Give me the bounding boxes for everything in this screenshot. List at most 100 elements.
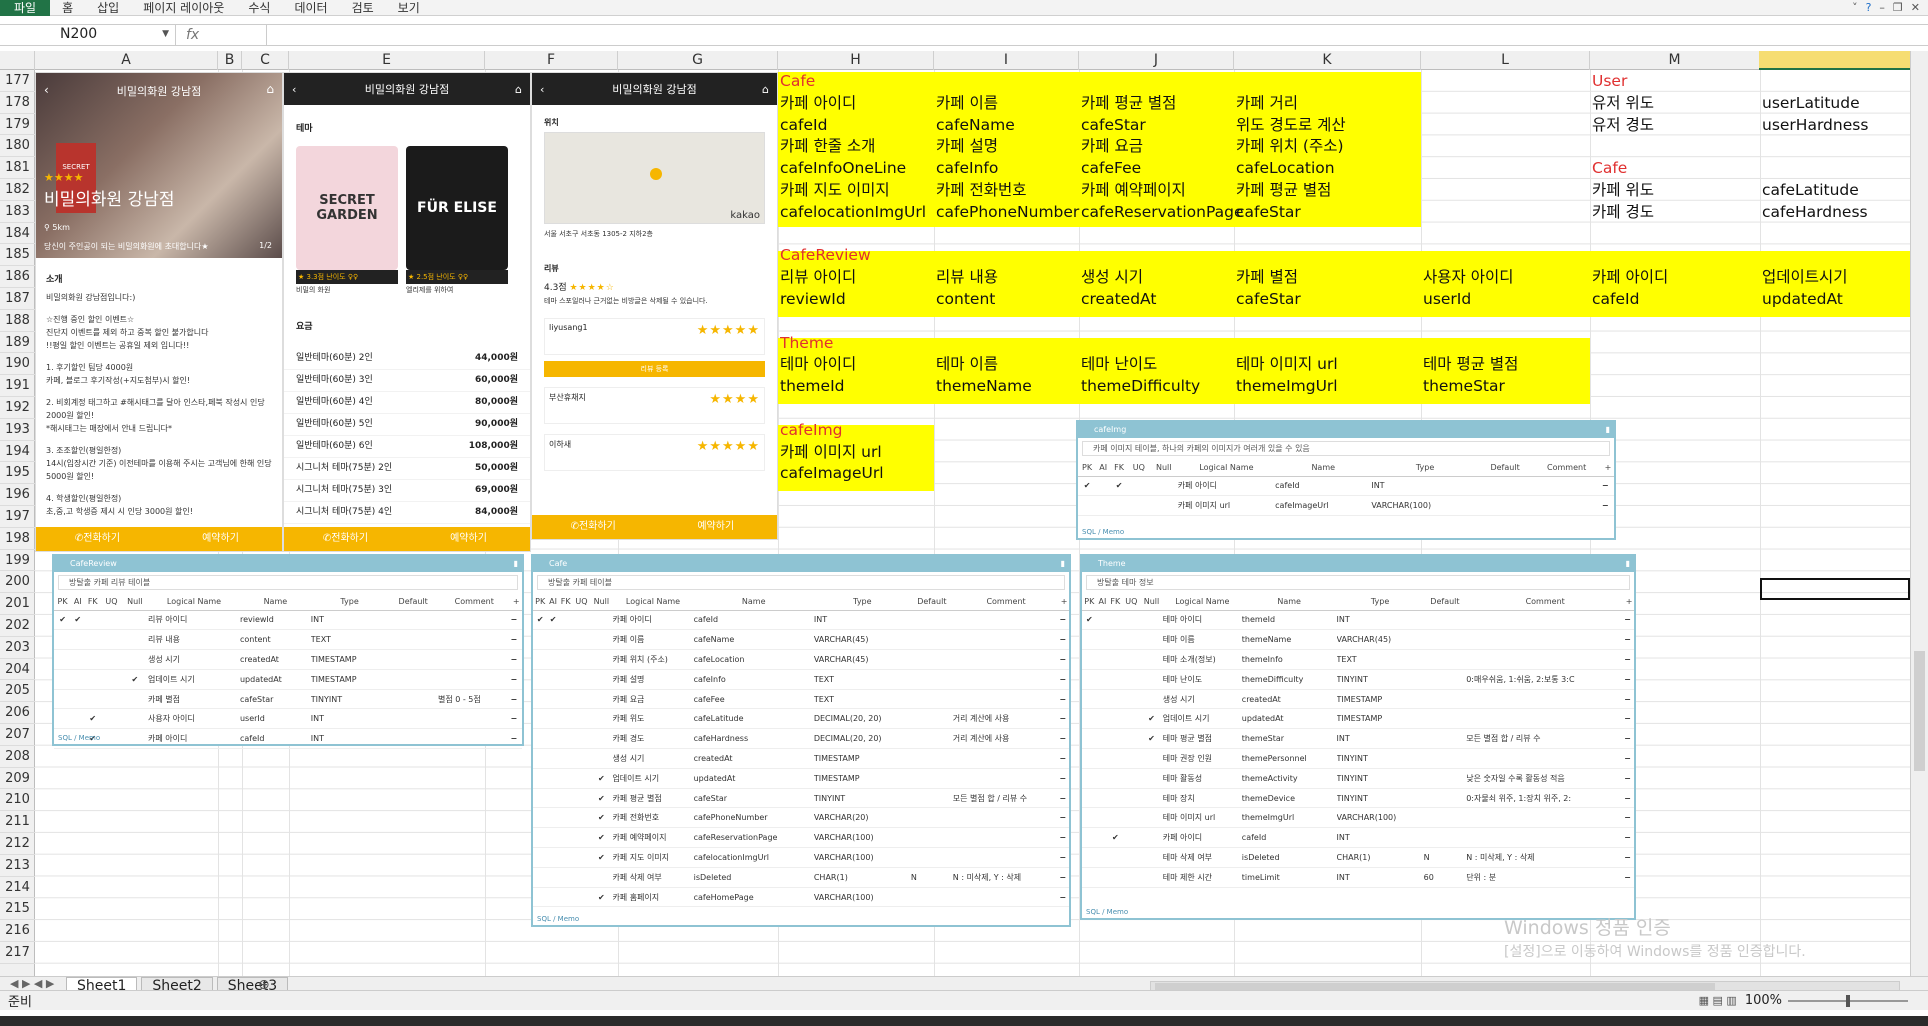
- erd-cell[interactable]: [1122, 748, 1141, 769]
- add-row-icon[interactable]: +: [1059, 593, 1069, 611]
- erd-cell[interactable]: [1423, 788, 1467, 809]
- erd-cell[interactable]: 카페 이름: [612, 629, 694, 651]
- erd-cell[interactable]: 리뷰 내용: [148, 629, 240, 651]
- erd-cell[interactable]: [1140, 669, 1163, 690]
- erd-cell[interactable]: TINYINT: [813, 788, 911, 809]
- erd-description[interactable]: 방탈출 카페 테이블: [537, 575, 1065, 590]
- erd-cell[interactable]: [572, 768, 591, 789]
- map-image[interactable]: kakao: [544, 132, 765, 224]
- erd-cell[interactable]: VARCHAR(45): [813, 629, 911, 651]
- erd-cell[interactable]: 생성 시기: [148, 649, 240, 670]
- cell-text[interactable]: 테마 난이도: [1081, 354, 1157, 375]
- erd-cell[interactable]: [952, 669, 1060, 690]
- row-header[interactable]: 209: [0, 768, 35, 790]
- erd-cell[interactable]: ✔: [1140, 708, 1163, 730]
- erd-cell[interactable]: [84, 629, 102, 651]
- cell-text[interactable]: userHardness: [1762, 115, 1868, 136]
- erd-cell[interactable]: [572, 887, 591, 908]
- ribbon-tab[interactable]: 수식: [236, 0, 282, 16]
- erd-cell[interactable]: [1082, 629, 1097, 651]
- row-header[interactable]: 205: [0, 680, 35, 703]
- erd-cell[interactable]: [54, 629, 72, 651]
- view-mode-icons[interactable]: ▦ ▤ ▥: [1699, 994, 1737, 1007]
- ribbon-tab[interactable]: 보기: [386, 0, 432, 16]
- row-header[interactable]: 204: [0, 659, 35, 681]
- active-cell[interactable]: [1760, 578, 1910, 600]
- erd-cell[interactable]: [952, 629, 1060, 651]
- erd-cell[interactable]: VARCHAR(100): [813, 887, 911, 908]
- erd-cell[interactable]: [558, 689, 573, 710]
- remove-row-icon[interactable]: −: [1624, 827, 1634, 849]
- erd-cell[interactable]: [1082, 748, 1097, 769]
- remove-row-icon[interactable]: −: [1059, 748, 1069, 769]
- erd-cell[interactable]: [910, 847, 953, 868]
- erd-cell[interactable]: [1423, 708, 1467, 730]
- remove-row-icon[interactable]: −: [1624, 748, 1634, 769]
- erd-cell[interactable]: [388, 610, 438, 631]
- remove-row-icon[interactable]: −: [1624, 629, 1634, 651]
- erd-cell[interactable]: [558, 807, 573, 829]
- remove-row-icon[interactable]: −: [510, 689, 522, 710]
- erd-cell[interactable]: updatedAt: [1241, 708, 1337, 730]
- erd-cell[interactable]: [1478, 495, 1532, 517]
- erd-cell[interactable]: [590, 728, 613, 750]
- column-header-K[interactable]: K: [1234, 51, 1421, 70]
- row-header[interactable]: 192: [0, 397, 35, 419]
- remove-row-icon[interactable]: −: [1601, 495, 1614, 517]
- cell-text[interactable]: cafeStar: [1236, 202, 1301, 223]
- remove-row-icon[interactable]: −: [1059, 669, 1069, 690]
- ribbon-tab[interactable]: 데이터: [282, 0, 339, 16]
- erd-cell[interactable]: [1423, 649, 1467, 670]
- erd-cell[interactable]: [910, 748, 953, 769]
- cell-text[interactable]: themeStar: [1423, 376, 1505, 397]
- erd-cell[interactable]: 카페 아이디: [612, 610, 694, 631]
- erd-cell[interactable]: 카페 아이디: [148, 728, 240, 750]
- erd-cell[interactable]: updatedAt: [693, 768, 814, 789]
- row-header[interactable]: 193: [0, 419, 35, 441]
- remove-row-icon[interactable]: −: [1624, 847, 1634, 868]
- erd-row[interactable]: ✔ ✔ 카페 아이디 cafeId INT −: [533, 610, 1069, 631]
- erd-row[interactable]: 테마 제한 시간 timeLimit INT 60 단위 : 분 −: [1082, 867, 1634, 888]
- erd-row[interactable]: ✔ 카페 지도 이미지 cafelocationImgUrl VARCHAR(100)…: [533, 847, 1069, 868]
- erd-cell[interactable]: 0:자물쇠 위주, 1:장치 위주, 2:: [1466, 788, 1625, 809]
- row-header[interactable]: 200: [0, 571, 35, 594]
- remove-row-icon[interactable]: −: [1059, 788, 1069, 809]
- remove-row-icon[interactable]: −: [1059, 768, 1069, 789]
- cell-text[interactable]: 업데이트시기: [1762, 267, 1848, 288]
- column-header-H[interactable]: H: [778, 51, 934, 70]
- erd-cell[interactable]: [1149, 495, 1178, 517]
- sheet-nav-icon[interactable]: ◀ ▶ ◀ ▶: [10, 977, 54, 990]
- erd-cell[interactable]: 테마 이름: [1162, 629, 1242, 651]
- erd-cell[interactable]: VARCHAR(20): [813, 807, 911, 829]
- remove-row-icon[interactable]: −: [510, 708, 522, 730]
- erd-cell[interactable]: 테마 권장 인원: [1162, 748, 1242, 769]
- pin-icon[interactable]: ▮: [1061, 556, 1065, 572]
- sql-memo-menu[interactable]: SQL / Memo: [537, 915, 579, 923]
- cell-text[interactable]: cafeStar: [1081, 115, 1146, 136]
- zoom-slider[interactable]: [1788, 994, 1908, 1007]
- erd-row[interactable]: ✔ 업데이트 시기 updatedAt TIMESTAMP −: [54, 669, 522, 690]
- erd-cell[interactable]: [1466, 629, 1625, 651]
- cell-text[interactable]: 테마 평균 별점: [1423, 354, 1518, 375]
- erd-cell[interactable]: [547, 748, 559, 769]
- erd-cell[interactable]: 카페 평균 별점: [612, 788, 694, 809]
- erd-cell[interactable]: [71, 669, 85, 690]
- erd-cell[interactable]: VARCHAR(100): [813, 847, 911, 868]
- erd-row[interactable]: ✔ 사용자 아이디 userId INT −: [54, 708, 522, 730]
- erd-cell[interactable]: [533, 807, 548, 829]
- erd-cell[interactable]: [1127, 495, 1150, 517]
- reserve-button[interactable]: 예약하기: [655, 515, 778, 539]
- remove-row-icon[interactable]: −: [1624, 728, 1634, 750]
- erd-cell[interactable]: [952, 807, 1060, 829]
- erd-cell[interactable]: [1140, 768, 1163, 789]
- erd-cell[interactable]: [572, 669, 591, 690]
- cell-text[interactable]: cafeImageUrl: [780, 463, 884, 484]
- erd-table-cafe[interactable]: Cafe ▮ 방탈출 카페 테이블 PK AI FK UQ Null Logical Name N…: [531, 554, 1071, 927]
- erd-cell[interactable]: TINYINT: [1336, 748, 1424, 769]
- erd-cell[interactable]: [910, 708, 953, 730]
- erd-cell[interactable]: [910, 827, 953, 849]
- erd-row[interactable]: ✔ 카페 예약페이지 cafeReservationPage VARCHAR(100)…: [533, 827, 1069, 849]
- erd-cell[interactable]: themeImgUrl: [1241, 807, 1337, 829]
- fx-icon[interactable]: fx: [186, 27, 199, 43]
- erd-cell[interactable]: [1122, 788, 1141, 809]
